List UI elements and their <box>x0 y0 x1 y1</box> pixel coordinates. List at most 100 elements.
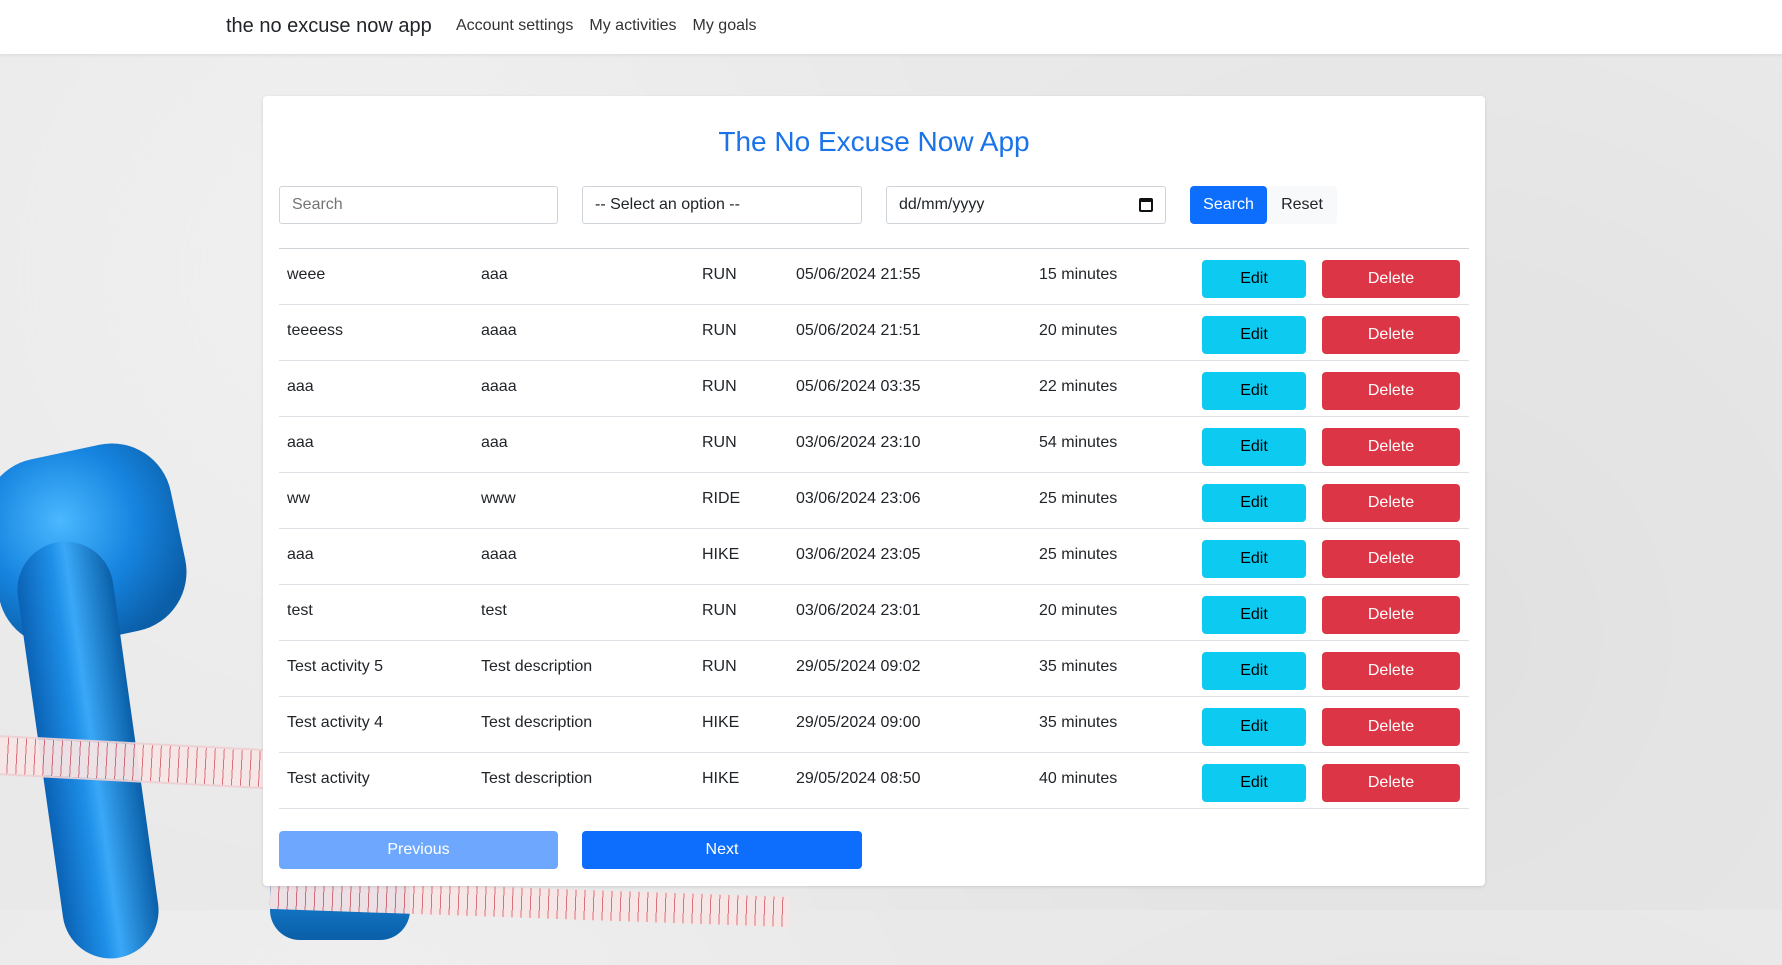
activity-type: RUN <box>702 266 737 283</box>
top-navbar: the no excuse now app Account settings M… <box>0 0 1782 54</box>
activity-duration: 35 minutes <box>1039 714 1118 731</box>
activity-type: HIKE <box>702 546 740 563</box>
table-row: Test activity 4 Test description HIKE 29/05… <box>279 697 1469 753</box>
activity-duration: 22 minutes <box>1039 378 1118 395</box>
activity-description: aaa <box>481 266 508 283</box>
edit-button[interactable]: Edit <box>1202 316 1306 354</box>
activity-duration: 25 minutes <box>1039 546 1118 563</box>
activity-description: aaa <box>481 434 508 451</box>
activity-duration: 35 minutes <box>1039 658 1118 675</box>
delete-button[interactable]: Delete <box>1322 540 1460 578</box>
activity-datetime: 29/05/2024 09:00 <box>796 714 921 731</box>
activity-name: aaa <box>287 434 314 451</box>
activity-description: www <box>481 490 516 507</box>
pagination: Previous Next <box>279 831 1469 869</box>
edit-button[interactable]: Edit <box>1202 372 1306 410</box>
delete-button[interactable]: Delete <box>1322 484 1460 522</box>
activity-datetime: 03/06/2024 23:06 <box>796 490 921 507</box>
activity-type: RUN <box>702 378 737 395</box>
search-input[interactable] <box>279 186 558 224</box>
table-row: Test activity 5 Test description RUN 29/05/… <box>279 641 1469 697</box>
activity-name: weee <box>287 266 326 283</box>
delete-button[interactable]: Delete <box>1322 316 1460 354</box>
activity-duration: 25 minutes <box>1039 490 1118 507</box>
activity-description: aaaa <box>481 322 517 339</box>
table-row: aaa aaaa RUN 05/06/2024 03:35 22 minutes Edit… <box>279 361 1469 417</box>
activity-description: aaaa <box>481 378 517 395</box>
activity-name: aaa <box>287 378 314 395</box>
edit-button[interactable]: Edit <box>1202 428 1306 466</box>
activities-table: weee aaa RUN 05/06/2024 21:55 15 minutes Edit… <box>279 249 1469 809</box>
activity-type: RIDE <box>702 490 741 507</box>
previous-button[interactable]: Previous <box>279 831 558 869</box>
nav-account-settings[interactable]: Account settings <box>456 17 573 35</box>
nav-my-goals[interactable]: My goals <box>693 17 757 35</box>
activity-type: RUN <box>702 602 737 619</box>
activity-description: Test description <box>481 714 593 731</box>
delete-button[interactable]: Delete <box>1322 428 1460 466</box>
activity-duration: 20 minutes <box>1039 602 1118 619</box>
edit-button[interactable]: Edit <box>1202 764 1306 802</box>
table-row: teeeess aaaa RUN 05/06/2024 21:51 20 minutes… <box>279 305 1469 361</box>
delete-button[interactable]: Delete <box>1322 764 1460 802</box>
table-row: Test activity Test description HIKE 29/05/2… <box>279 753 1469 809</box>
table-row: test test RUN 03/06/2024 23:01 20 minutes Edi… <box>279 585 1469 641</box>
activity-name: ww <box>287 490 311 507</box>
table-row: aaa aaaa HIKE 03/06/2024 23:05 25 minutes Edi… <box>279 529 1469 585</box>
activity-datetime: 05/06/2024 21:51 <box>796 322 921 339</box>
background-measuring-tape <box>0 734 271 790</box>
activity-type: RUN <box>702 434 737 451</box>
table-row: ww www RIDE 03/06/2024 23:06 25 minutes Edit D… <box>279 473 1469 529</box>
activity-name: teeeess <box>287 322 344 339</box>
activity-datetime: 05/06/2024 21:55 <box>796 266 921 283</box>
delete-button[interactable]: Delete <box>1322 260 1460 298</box>
activity-type-select[interactable]: -- Select an option -- <box>582 186 862 224</box>
activity-datetime: 03/06/2024 23:01 <box>796 602 921 619</box>
delete-button[interactable]: Delete <box>1322 652 1460 690</box>
calendar-icon[interactable] <box>1139 198 1153 212</box>
nav-my-activities[interactable]: My activities <box>589 17 676 35</box>
activity-name: Test activity 4 <box>287 714 384 731</box>
activity-type: HIKE <box>702 770 740 787</box>
edit-button[interactable]: Edit <box>1202 540 1306 578</box>
activity-description: Test description <box>481 770 593 787</box>
edit-button[interactable]: Edit <box>1202 484 1306 522</box>
page-title: The No Excuse Now App <box>718 126 1030 157</box>
activity-type: RUN <box>702 322 737 339</box>
table-row: aaa aaa RUN 03/06/2024 23:10 54 minutes Edit D… <box>279 417 1469 473</box>
activity-name: test <box>287 602 313 619</box>
filter-bar: -- Select an option -- dd/mm/yyyy Search… <box>279 186 1469 224</box>
activity-datetime: 03/06/2024 23:05 <box>796 546 921 563</box>
edit-button[interactable]: Edit <box>1202 652 1306 690</box>
table-row: weee aaa RUN 05/06/2024 21:55 15 minutes Edit… <box>279 249 1469 305</box>
date-value: dd/mm/yyyy <box>899 196 985 213</box>
activity-description: Test description <box>481 658 593 675</box>
activities-card: The No Excuse Now App -- Select an optio… <box>263 96 1485 886</box>
activity-type: RUN <box>702 658 737 675</box>
next-button[interactable]: Next <box>582 831 862 869</box>
activity-duration: 15 minutes <box>1039 266 1118 283</box>
nav-links: Account settings My activities My goals <box>456 17 757 35</box>
activity-datetime: 03/06/2024 23:10 <box>796 434 921 451</box>
activity-duration: 40 minutes <box>1039 770 1118 787</box>
search-button[interactable]: Search <box>1190 186 1267 224</box>
activity-duration: 54 minutes <box>1039 434 1118 451</box>
activity-type: HIKE <box>702 714 740 731</box>
date-input[interactable]: dd/mm/yyyy <box>886 186 1166 224</box>
activity-datetime: 29/05/2024 08:50 <box>796 770 921 787</box>
edit-button[interactable]: Edit <box>1202 596 1306 634</box>
select-value: -- Select an option -- <box>595 196 740 213</box>
edit-button[interactable]: Edit <box>1202 708 1306 746</box>
activity-name: Test activity <box>287 770 370 787</box>
delete-button[interactable]: Delete <box>1322 596 1460 634</box>
activity-description: test <box>481 602 507 619</box>
activity-datetime: 29/05/2024 09:02 <box>796 658 921 675</box>
delete-button[interactable]: Delete <box>1322 708 1460 746</box>
activity-duration: 20 minutes <box>1039 322 1118 339</box>
delete-button[interactable]: Delete <box>1322 372 1460 410</box>
reset-button[interactable]: Reset <box>1267 186 1337 224</box>
activity-name: Test activity 5 <box>287 658 384 675</box>
edit-button[interactable]: Edit <box>1202 260 1306 298</box>
brand-link[interactable]: the no excuse now app <box>226 15 432 38</box>
activity-description: aaaa <box>481 546 517 563</box>
